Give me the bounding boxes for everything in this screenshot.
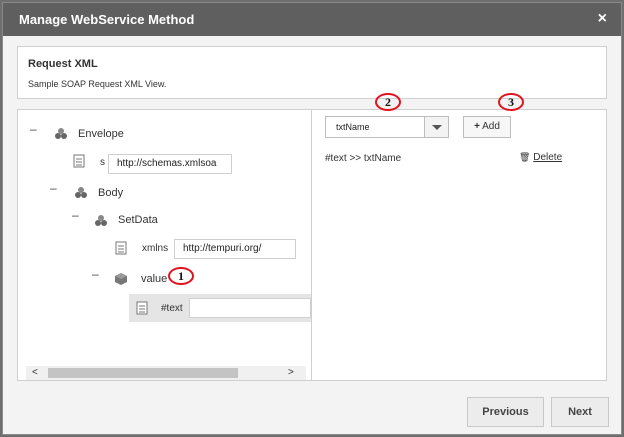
tree-node-value[interactable]: value [141,273,167,285]
delete-label: Delete [533,152,563,163]
close-icon[interactable]: × [598,10,607,28]
envelope-attr-value-field[interactable]: http://schemas.xmlsoa [108,154,232,174]
mapping-pane: txtName + Add #text >> txtName 🗑 Delete [313,110,606,380]
annotation-marker-3: 3 [498,93,524,111]
xml-mapping-panel: – Envelope s http://schemas.xmlsoa – Bod… [17,109,607,381]
element-group-icon [55,128,67,139]
scrollbar-thumb[interactable] [48,368,238,378]
info-title: Request XML [28,58,98,70]
select-dropdown-button[interactable] [424,117,448,137]
tree-node-envelope[interactable]: Envelope [78,128,124,140]
attr-name-s: s [100,157,105,168]
tree-node-setdata[interactable]: SetData [118,214,158,226]
collapse-value-toggle[interactable]: – [92,267,99,281]
manage-webservice-dialog: Manage WebService Method × Request XML S… [2,2,622,435]
control-select[interactable]: txtName [325,116,449,138]
chevron-down-icon [432,125,442,130]
text-node-value-field[interactable] [189,298,311,318]
tree-node-body[interactable]: Body [98,187,123,199]
element-box-icon [115,273,127,285]
xml-tree-pane: – Envelope s http://schemas.xmlsoa – Bod… [18,110,312,380]
mapping-entry: #text >> txtName [325,153,402,164]
dialog-title: Manage WebService Method [19,12,195,27]
delete-mapping-link[interactable]: 🗑 Delete [519,152,562,163]
attribute-file-icon [73,154,85,168]
add-mapping-button[interactable]: + Add [463,116,511,138]
annotation-marker-2: 2 [375,93,401,111]
annotation-marker-1: 1 [168,267,194,285]
request-xml-info: Request XML Sample SOAP Request XML View… [17,46,607,99]
element-group-icon [75,187,87,198]
next-button[interactable]: Next [551,397,609,427]
tree-horizontal-scrollbar[interactable]: < > [26,366,306,380]
trash-icon: 🗑 [519,152,531,162]
text-file-icon [136,301,148,315]
scroll-right-arrow-icon[interactable]: > [288,366,294,380]
collapse-envelope-toggle[interactable]: – [30,122,37,136]
collapse-body-toggle[interactable]: – [50,181,57,195]
scroll-left-arrow-icon[interactable]: < [32,366,38,380]
element-group-icon [95,215,107,226]
add-label: Add [482,121,500,132]
previous-button[interactable]: Previous [467,397,544,427]
control-select-value: txtName [336,122,370,132]
attribute-file-icon [115,241,127,255]
collapse-setdata-toggle[interactable]: – [72,208,79,222]
dialog-titlebar: Manage WebService Method × [3,3,621,36]
attr-name-xmlns: xmlns [142,243,169,254]
info-subtitle: Sample SOAP Request XML View. [28,79,167,89]
tree-node-text: #text [161,303,183,314]
plus-icon: + [474,121,480,132]
setdata-attr-value-field[interactable]: http://tempuri.org/ [174,239,296,259]
